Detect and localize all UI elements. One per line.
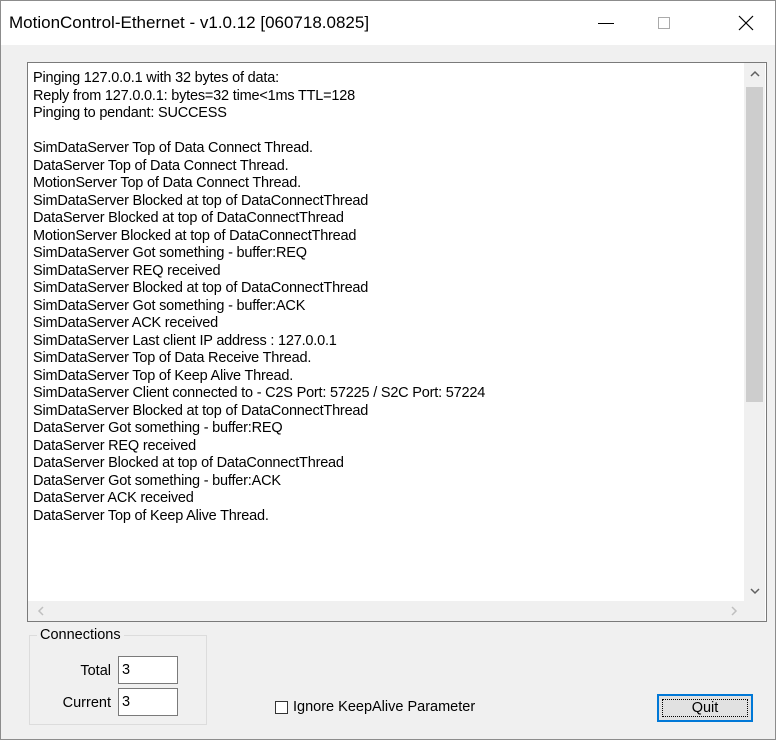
chevron-up-icon (749, 70, 760, 77)
log-line: DataServer Top of Keep Alive Thread. (33, 507, 269, 524)
log-textbox[interactable]: Pinging 127.0.0.1 with 32 bytes of data:… (27, 62, 767, 622)
chevron-right-icon (730, 606, 737, 616)
log-line: SimDataServer Blocked at top of DataConn… (33, 280, 369, 296)
chevron-down-icon (749, 588, 760, 595)
log-line: SimDataServer Top of Keep Alive Thread. (33, 367, 294, 384)
log-line: DataServer Got something - buffer:ACK (33, 472, 281, 489)
ignore-keepalive-option[interactable]: Ignore KeepAlive Parameter (275, 697, 475, 717)
horizontal-scrollbar[interactable] (28, 601, 744, 621)
scroll-down-button[interactable] (744, 582, 765, 601)
log-line: Pinging to pendant: SUCCESS (33, 105, 227, 121)
chevron-left-icon (37, 606, 44, 616)
focus-rectangle (662, 699, 748, 717)
log-line: MotionServer Top of Data Connect Thread. (33, 175, 301, 191)
log-line: MotionServer Blocked at top of DataConne… (33, 227, 357, 244)
main-window: MotionControl-Ethernet - v1.0.12 [060718… (0, 0, 776, 740)
quit-button[interactable]: Quit (657, 694, 753, 722)
log-line: Reply from 127.0.0.1: bytes=32 time<1ms … (33, 87, 355, 104)
scroll-right-button[interactable] (724, 601, 744, 621)
current-label: Current (62, 695, 111, 711)
log-line: SimDataServer Got something - buffer:REQ (33, 245, 307, 261)
vertical-scrollbar[interactable] (744, 63, 765, 601)
maximize-icon (658, 17, 670, 29)
ignore-keepalive-label[interactable]: Ignore KeepAlive Parameter (293, 699, 475, 715)
maximize-button[interactable] (635, 1, 693, 45)
log-line: SimDataServer Blocked at top of DataConn… (33, 192, 369, 209)
total-label: Total (80, 663, 111, 679)
log-line: SimDataServer Blocked at top of DataConn… (33, 402, 369, 419)
close-button[interactable] (717, 1, 775, 45)
log-line: DataServer Top of Data Connect Thread. (33, 157, 289, 174)
current-field[interactable] (118, 688, 178, 716)
log-line: SimDataServer ACK received (33, 315, 218, 331)
connections-group-label: Connections (37, 627, 124, 643)
log-line: DataServer ACK received (33, 490, 194, 506)
scroll-up-button[interactable] (744, 64, 765, 83)
title-bar[interactable]: MotionControl-Ethernet - v1.0.12 [060718… (1, 1, 775, 45)
minimize-button[interactable] (577, 1, 635, 45)
ignore-keepalive-checkbox[interactable] (275, 700, 288, 714)
log-line: SimDataServer Client connected to - C2S … (33, 385, 486, 401)
log-line: SimDataServer Top of Data Receive Thread… (33, 350, 312, 366)
log-line: SimDataServer Last client IP address : 1… (33, 332, 337, 349)
scroll-left-button[interactable] (30, 601, 50, 621)
log-line: SimDataServer Top of Data Connect Thread… (33, 140, 313, 156)
log-line: DataServer Blocked at top of DataConnect… (33, 210, 344, 226)
log-lines: Pinging 127.0.0.1 with 32 bytes of data:… (33, 70, 485, 525)
scrollbar-corner (744, 601, 765, 621)
log-line: SimDataServer Got something - buffer:ACK (33, 297, 306, 314)
minimize-icon (598, 22, 614, 24)
log-line: DataServer Blocked at top of DataConnect… (33, 455, 344, 471)
vertical-scroll-thumb[interactable] (746, 87, 763, 402)
close-icon (738, 15, 754, 31)
log-line: DataServer Got something - buffer:REQ (33, 420, 283, 436)
total-field[interactable] (118, 656, 178, 684)
log-line: Pinging 127.0.0.1 with 32 bytes of data: (33, 70, 279, 86)
window-title: MotionControl-Ethernet - v1.0.12 [060718… (9, 13, 370, 32)
log-line: DataServer REQ received (33, 437, 197, 454)
log-line: SimDataServer REQ received (33, 262, 221, 279)
